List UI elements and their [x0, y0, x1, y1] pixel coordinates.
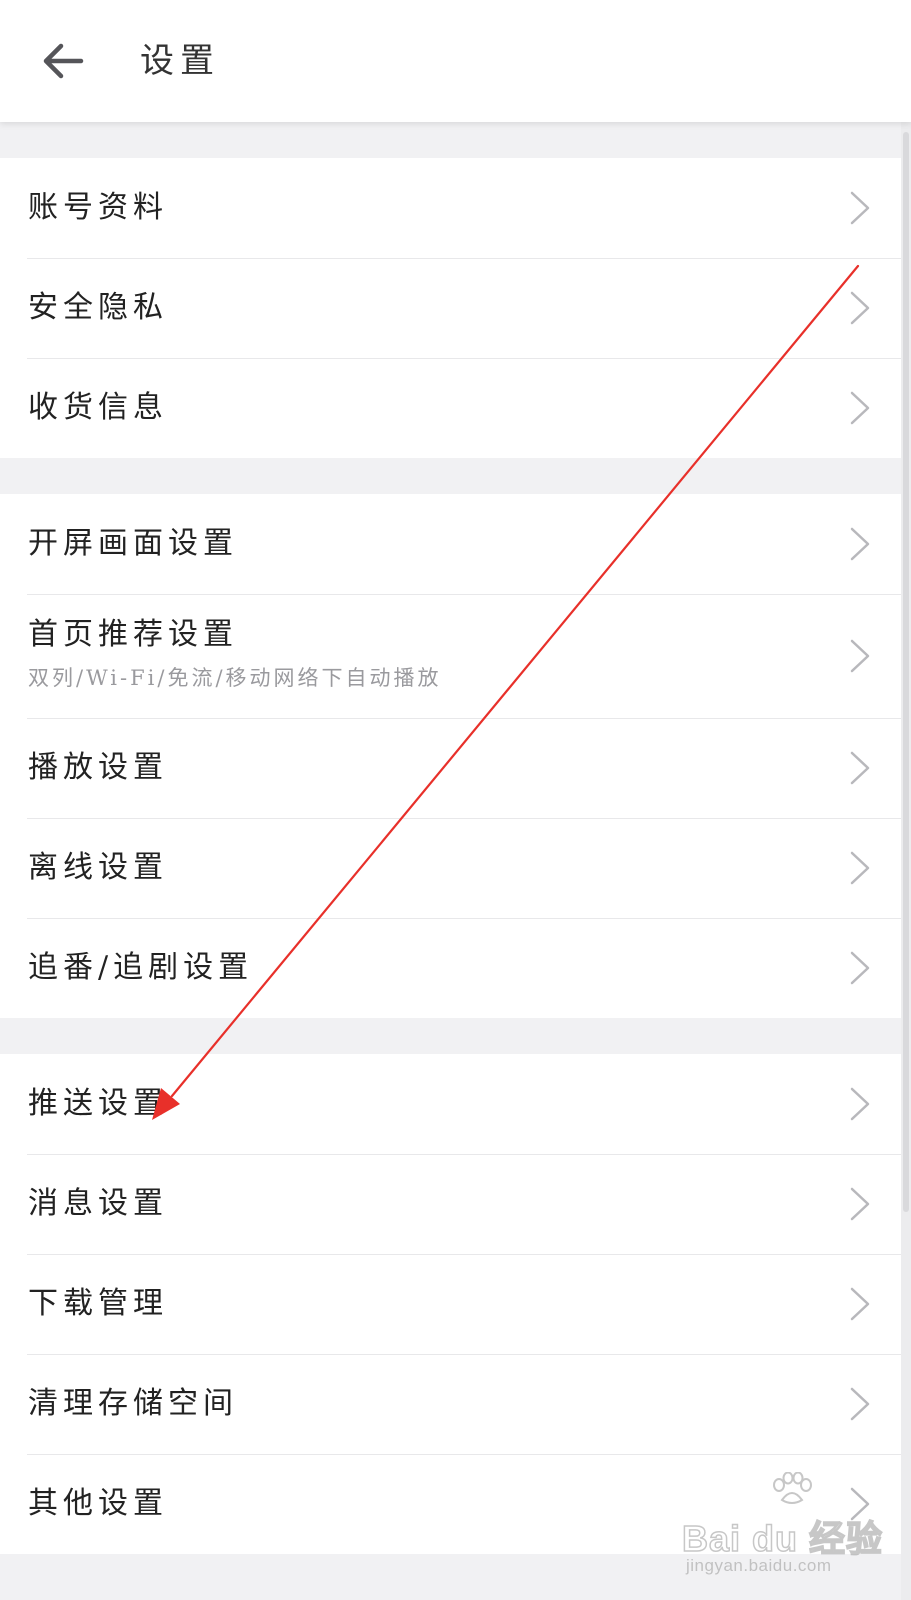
settings-item-splash-screen[interactable]: 开屏画面设置	[0, 494, 901, 594]
settings-list: 账号资料 安全隐私 收货信息 开屏画面设置 首页推荐设置 双列/Wi-Fi/免流…	[0, 122, 901, 1600]
scrollbar[interactable]	[901, 122, 911, 1600]
section-gap	[0, 122, 901, 158]
item-label: 清理存储空间	[28, 1386, 238, 1421]
chevron-right-icon	[850, 527, 870, 561]
item-label: 收货信息	[28, 390, 168, 425]
item-label: 离线设置	[28, 850, 168, 885]
item-label: 追番/追剧设置	[28, 950, 254, 985]
watermark-url: jingyan.baidu.com	[686, 1556, 832, 1575]
settings-group-account: 账号资料 安全隐私 收货信息	[0, 158, 901, 458]
chevron-right-icon	[850, 1087, 870, 1121]
item-label: 下载管理	[28, 1286, 168, 1321]
settings-item-homepage-recommend[interactable]: 首页推荐设置 双列/Wi-Fi/免流/移动网络下自动播放	[0, 594, 901, 718]
settings-item-messages[interactable]: 消息设置	[0, 1154, 901, 1254]
item-label: 其他设置	[28, 1486, 168, 1521]
app-header: 设置	[0, 0, 911, 122]
settings-item-offline[interactable]: 离线设置	[0, 818, 901, 918]
settings-item-clear-storage[interactable]: 清理存储空间	[0, 1354, 901, 1454]
chevron-right-icon	[850, 639, 870, 673]
settings-item-push[interactable]: 推送设置	[0, 1054, 901, 1154]
page-title: 设置	[140, 41, 220, 81]
settings-item-playback[interactable]: 播放设置	[0, 718, 901, 818]
chevron-right-icon	[850, 391, 870, 425]
item-label: 开屏画面设置	[28, 526, 238, 561]
chevron-right-icon	[850, 951, 870, 985]
chevron-right-icon	[850, 1387, 870, 1421]
scrollbar-thumb[interactable]	[903, 132, 909, 1212]
settings-item-shipping-info[interactable]: 收货信息	[0, 358, 901, 458]
section-gap	[0, 458, 901, 494]
item-label: 首页推荐设置	[28, 617, 238, 652]
item-label: 账号资料	[28, 190, 168, 225]
watermark-brand: Bai du 经验	[681, 1517, 884, 1560]
item-label: 播放设置	[28, 750, 168, 785]
back-arrow-icon	[43, 43, 84, 79]
chevron-right-icon	[850, 1287, 870, 1321]
section-gap	[0, 1018, 901, 1054]
chevron-right-icon	[850, 751, 870, 785]
item-label: 消息设置	[28, 1186, 168, 1221]
baidu-jingyan-watermark: Bai du 经验 jingyan.baidu.com	[681, 1466, 883, 1586]
settings-group-display: 开屏画面设置 首页推荐设置 双列/Wi-Fi/免流/移动网络下自动播放 播放设置…	[0, 494, 901, 1018]
chevron-right-icon	[850, 191, 870, 225]
back-button[interactable]	[28, 28, 98, 94]
item-label: 安全隐私	[28, 290, 168, 325]
item-label: 推送设置	[28, 1086, 168, 1121]
settings-item-security-privacy[interactable]: 安全隐私	[0, 258, 901, 358]
chevron-right-icon	[850, 1187, 870, 1221]
chevron-right-icon	[850, 851, 870, 885]
settings-item-account-profile[interactable]: 账号资料	[0, 158, 901, 258]
paw-logo-icon	[773, 1472, 812, 1504]
settings-item-follow-series[interactable]: 追番/追剧设置	[0, 918, 901, 1018]
settings-item-download-management[interactable]: 下载管理	[0, 1254, 901, 1354]
chevron-right-icon	[850, 291, 870, 325]
item-description: 双列/Wi-Fi/免流/移动网络下自动播放	[28, 666, 442, 690]
